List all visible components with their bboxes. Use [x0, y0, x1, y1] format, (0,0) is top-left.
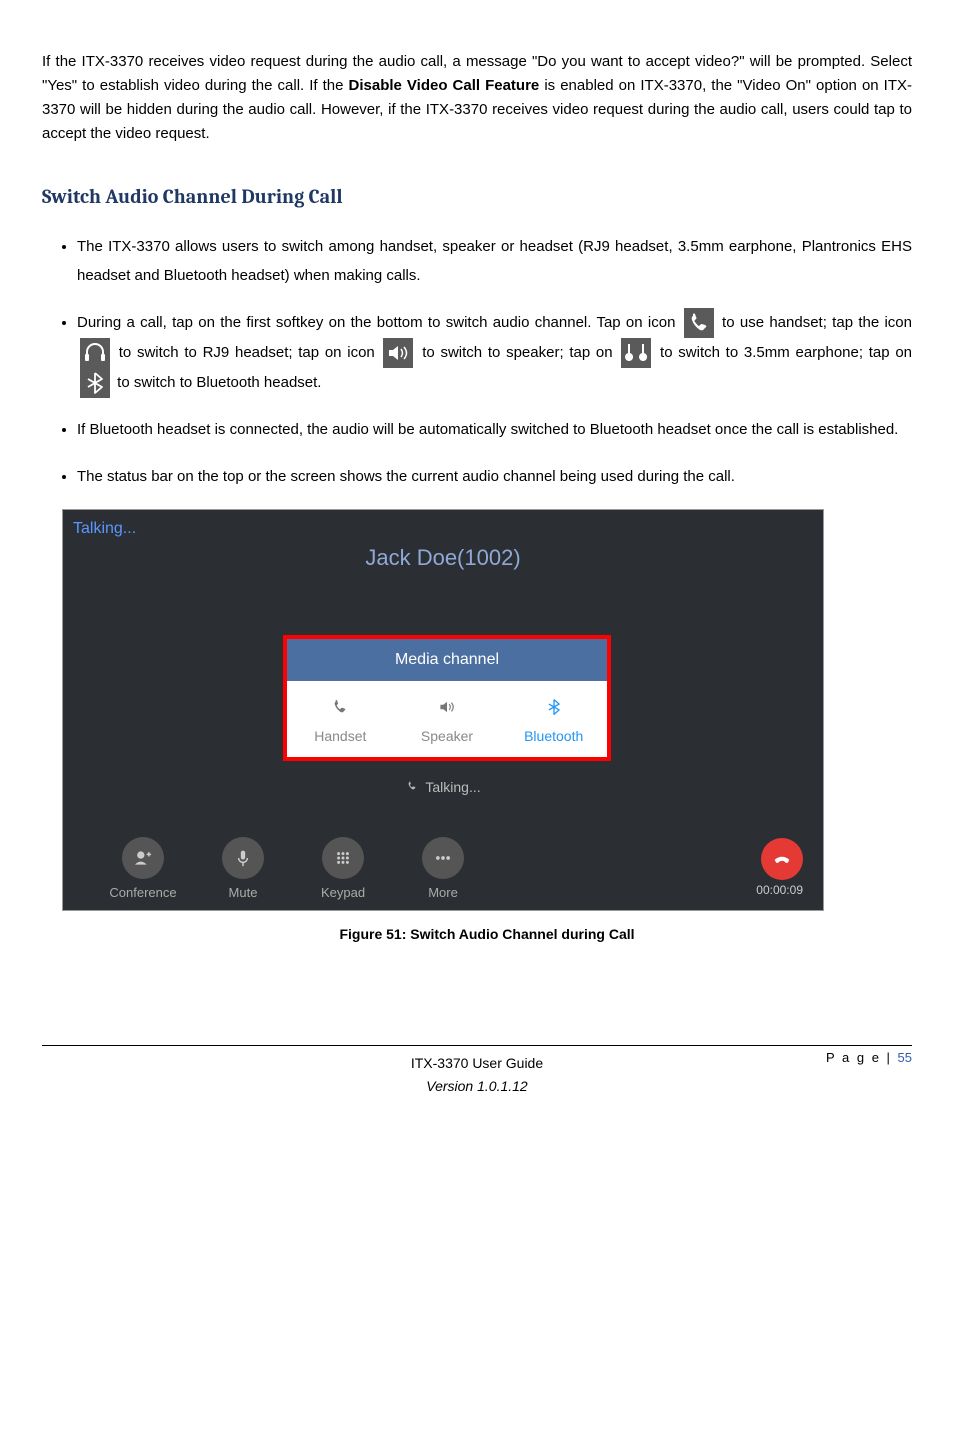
page-number: P a g e | 55	[826, 1048, 912, 1069]
bullet-4: The status bar on the top or the screen …	[77, 463, 912, 492]
handset-option-label: Handset	[287, 725, 394, 747]
mute-icon	[222, 837, 264, 879]
footer: P a g e | 55 ITX-3370 User Guide Version…	[42, 1052, 912, 1097]
media-speaker-option[interactable]: Speaker	[394, 681, 501, 757]
intro-bold: Disable Video Call Feature	[349, 77, 540, 94]
footer-divider	[42, 1045, 912, 1046]
conference-icon	[122, 837, 164, 879]
bullet-2a: During a call, tap on the first softkey …	[77, 314, 681, 331]
more-label: More	[428, 885, 458, 900]
bullet-3: If Bluetooth headset is connected, the a…	[77, 416, 912, 445]
bullet-list: The ITX-3370 allows users to switch amon…	[42, 233, 912, 491]
bullet-1: The ITX-3370 allows users to switch amon…	[77, 233, 912, 290]
media-bluetooth-option[interactable]: Bluetooth	[500, 681, 607, 757]
small-call-icon	[405, 777, 419, 799]
bullet-2d: to switch to speaker; tap on	[422, 344, 618, 361]
mute-button[interactable]: Mute	[193, 837, 293, 904]
page-num-value: 55	[898, 1050, 912, 1065]
keypad-label: Keypad	[321, 885, 365, 900]
footer-version: Version 1.0.1.12	[42, 1075, 912, 1097]
handset-option-icon	[287, 693, 394, 721]
call-timer: 00:00:09	[756, 881, 803, 900]
mute-label: Mute	[229, 885, 258, 900]
figure-container: Talking... Jack Doe(1002) Media channel …	[62, 509, 912, 945]
bluetooth-option-icon	[500, 693, 607, 721]
earphone-icon	[621, 338, 651, 368]
bullet-2: During a call, tap on the first softkey …	[77, 308, 912, 398]
talking-status: Talking...	[73, 516, 136, 542]
screenshot: Talking... Jack Doe(1002) Media channel …	[62, 509, 824, 911]
bullet-2c: to switch to RJ9 headset; tap on icon	[119, 344, 381, 361]
media-channel-row: Handset Speaker Bluetooth	[287, 681, 607, 757]
handset-icon	[684, 308, 714, 338]
speaker-option-icon	[394, 693, 501, 721]
figure-caption: Figure 51: Switch Audio Channel during C…	[62, 923, 912, 945]
footer-title: ITX-3370 User Guide	[42, 1052, 912, 1074]
behind-talking: Talking...	[63, 776, 823, 799]
caller-name: Jack Doe(1002)	[63, 540, 823, 575]
bottom-bar: Conference Mute Keypad More	[63, 830, 823, 910]
more-button[interactable]: More	[393, 837, 493, 904]
keypad-icon	[322, 837, 364, 879]
conference-label: Conference	[109, 885, 176, 900]
speaker-option-label: Speaker	[394, 725, 501, 747]
bullet-2b: to use handset; tap the icon	[722, 314, 912, 331]
bullet-2f: to switch to Bluetooth headset.	[117, 374, 321, 391]
keypad-button[interactable]: Keypad	[293, 837, 393, 904]
rj9-headset-icon	[80, 338, 110, 368]
media-handset-option[interactable]: Handset	[287, 681, 394, 757]
behind-talking-label: Talking...	[425, 779, 480, 795]
intro-paragraph: If the ITX-3370 receives video request d…	[42, 50, 912, 146]
media-channel-title: Media channel	[287, 639, 607, 681]
bluetooth-option-label: Bluetooth	[500, 725, 607, 747]
media-channel-panel: Media channel Handset Speaker	[283, 635, 611, 761]
speaker-icon	[383, 338, 413, 368]
conference-button[interactable]: Conference	[93, 837, 193, 904]
more-icon	[422, 837, 464, 879]
bullet-2e: to switch to 3.5mm earphone; tap on	[660, 344, 912, 361]
section-heading: Switch Audio Channel During Call	[42, 181, 912, 213]
page-label: P a g e |	[826, 1050, 898, 1065]
bluetooth-icon	[80, 368, 110, 398]
hangup-button[interactable]	[761, 838, 803, 880]
